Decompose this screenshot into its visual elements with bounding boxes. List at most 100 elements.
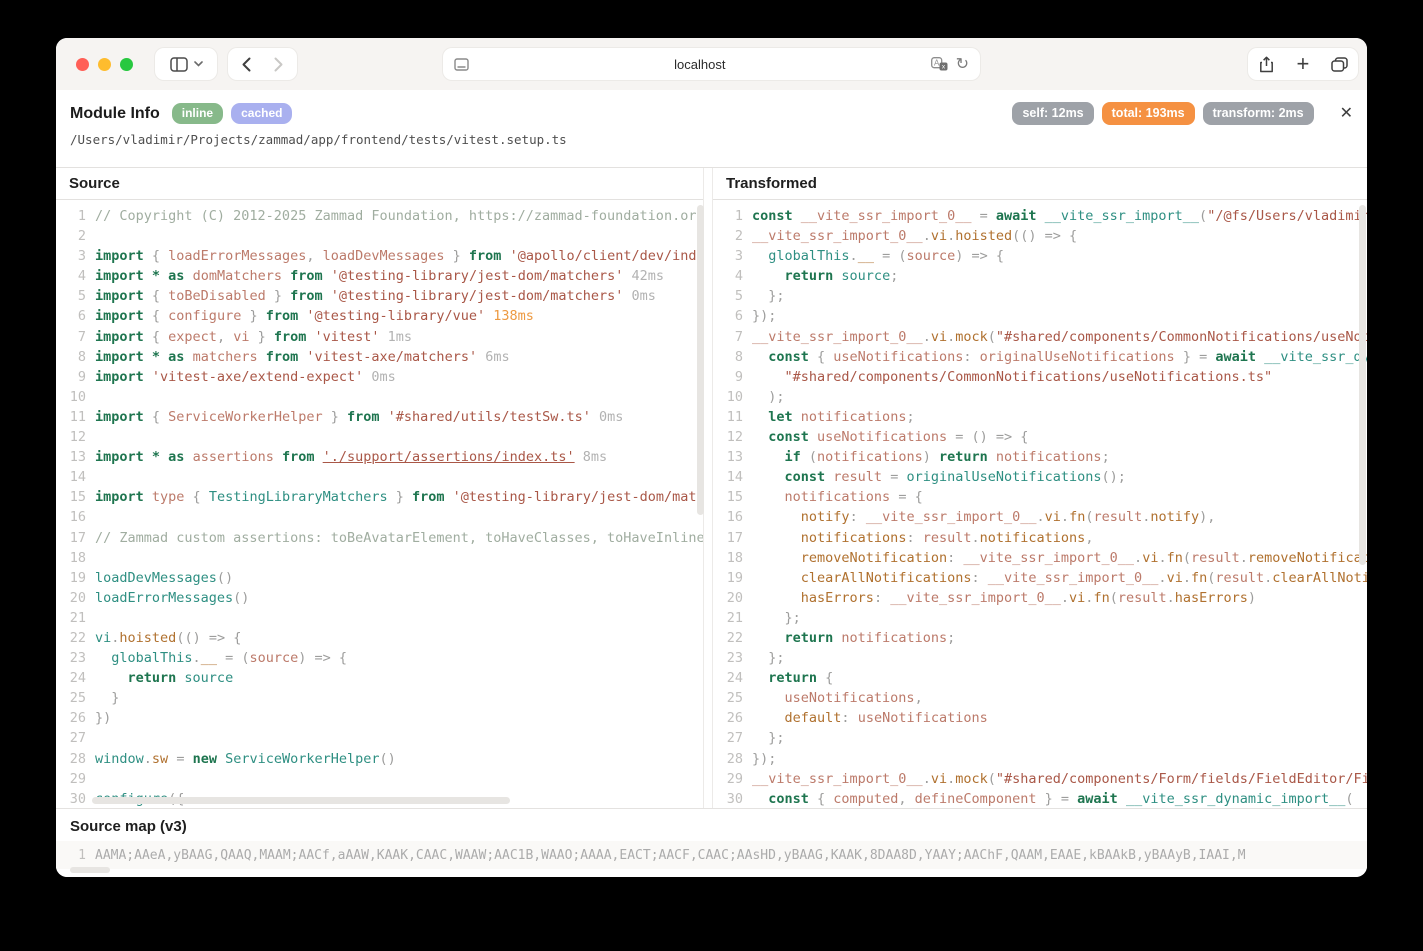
code-line: 10 );: [713, 387, 1367, 407]
code-line: 23 };: [713, 648, 1367, 668]
sourcemap-mappings: AAMA;AAeA,yBAAG,QAAQ,MAAM;AACf,aAAW,KAAK…: [95, 848, 1246, 863]
line-number: 5: [56, 286, 95, 306]
line-number: 19: [56, 568, 95, 588]
sourcemap-line-number: 1: [56, 848, 95, 863]
address-bar[interactable]: localhost Ax ↻: [443, 48, 980, 80]
reload-icon[interactable]: ↻: [956, 54, 969, 74]
line-number: 24: [713, 668, 752, 688]
source-panel-title: Source: [56, 168, 703, 200]
line-number: 16: [713, 507, 752, 527]
line-number: 28: [56, 749, 95, 769]
code-line: 12: [56, 427, 703, 447]
tab-overview-icon[interactable]: [1325, 48, 1355, 80]
close-window-button[interactable]: [76, 58, 89, 71]
line-number: 2: [56, 226, 95, 246]
line-number: 1: [56, 206, 95, 226]
line-number: 27: [713, 728, 752, 748]
sourcemap-section: Source map (v3) 1 AAMA;AAeA,yBAAG,QAAQ,M…: [56, 808, 1367, 877]
code-line: 9import 'vitest-axe/extend-expect' 0ms: [56, 367, 703, 387]
source-panel: Source 1// Copyright (C) 2012-2025 Zamma…: [56, 168, 704, 808]
forward-icon[interactable]: [263, 48, 295, 80]
code-line: 19loadDevMessages(): [56, 568, 703, 588]
module-link[interactable]: './support/assertions/index.ts': [323, 449, 575, 465]
page-settings-icon[interactable]: [454, 58, 469, 71]
line-number: 17: [56, 528, 95, 548]
code-line: 6import { configure } from '@testing-lib…: [56, 306, 703, 326]
code-line: 26}): [56, 708, 703, 728]
browser-toolbar: localhost Ax ↻ +: [56, 38, 1367, 91]
chevron-down-icon: [194, 61, 203, 67]
sourcemap-horizontal-scrollbar[interactable]: [70, 867, 110, 873]
badge-self: self: 12ms: [1012, 102, 1093, 125]
line-number: 22: [713, 628, 752, 648]
transformed-panel: Transformed 1const __vite_ssr_import_0__…: [712, 168, 1367, 808]
line-number: 12: [713, 427, 752, 447]
line-number: 17: [713, 528, 752, 548]
source-vertical-scrollbar[interactable]: [697, 205, 704, 515]
line-number: 20: [56, 588, 95, 608]
code-line: 21 };: [713, 608, 1367, 628]
code-line: 3import { loadErrorMessages, loadDevMess…: [56, 246, 703, 266]
code-line: 29__vite_ssr_import_0__.vi.mock("#shared…: [713, 769, 1367, 789]
code-line: 26 default: useNotifications: [713, 708, 1367, 728]
line-number: 19: [713, 568, 752, 588]
code-line: 11import { ServiceWorkerHelper } from '#…: [56, 407, 703, 427]
code-line: 13import * as assertions from './support…: [56, 447, 703, 467]
line-number: 20: [713, 588, 752, 608]
line-number: 13: [713, 447, 752, 467]
source-horizontal-scrollbar[interactable]: [92, 797, 510, 804]
line-number: 23: [56, 648, 95, 668]
line-number: 1: [713, 206, 752, 226]
code-line: 14 const result = originalUseNotificatio…: [713, 467, 1367, 487]
code-line: 9 "#shared/components/CommonNotification…: [713, 367, 1367, 387]
new-tab-icon[interactable]: +: [1288, 48, 1318, 80]
line-number: 22: [56, 628, 95, 648]
line-number: 26: [56, 708, 95, 728]
code-line: 20loadErrorMessages(): [56, 588, 703, 608]
code-line: 22 return notifications;: [713, 628, 1367, 648]
code-line: 25 useNotifications,: [713, 688, 1367, 708]
sidebar-toggle-button[interactable]: [155, 48, 217, 80]
line-number: 30: [56, 789, 95, 808]
line-number: 2: [713, 226, 752, 246]
translate-icon[interactable]: Ax: [931, 57, 948, 71]
line-number: 3: [56, 246, 95, 266]
module-badges: inlinecached: [172, 103, 301, 124]
code-line: 14: [56, 467, 703, 487]
code-line: 20 hasErrors: __vite_ssr_import_0__.vi.f…: [713, 588, 1367, 608]
line-number: 6: [56, 306, 95, 326]
code-line: 13 if (notifications) return notificatio…: [713, 447, 1367, 467]
line-number: 21: [713, 608, 752, 628]
code-line: 12 const useNotifications = () => {: [713, 427, 1367, 447]
line-number: 5: [713, 286, 752, 306]
code-line: 25 }: [56, 688, 703, 708]
line-number: 8: [713, 347, 752, 367]
share-icon[interactable]: [1251, 48, 1281, 80]
zoom-window-button[interactable]: [120, 58, 133, 71]
line-number: 14: [713, 467, 752, 487]
code-line: 7import { expect, vi } from 'vitest' 1ms: [56, 327, 703, 347]
code-line: 2: [56, 226, 703, 246]
minimize-window-button[interactable]: [98, 58, 111, 71]
code-line: 30 const { computed, defineComponent } =…: [713, 789, 1367, 808]
source-code[interactable]: 1// Copyright (C) 2012-2025 Zammad Found…: [56, 200, 703, 808]
line-number: 7: [56, 327, 95, 347]
line-number: 18: [56, 548, 95, 568]
code-line: 1// Copyright (C) 2012-2025 Zammad Found…: [56, 206, 703, 226]
page-title: Module Info: [70, 105, 160, 123]
code-line: 24 return source: [56, 668, 703, 688]
code-line: 19 clearAllNotifications: __vite_ssr_imp…: [713, 568, 1367, 588]
line-number: 16: [56, 507, 95, 527]
transformed-vertical-scrollbar[interactable]: [1359, 205, 1366, 565]
line-number: 27: [56, 728, 95, 748]
line-number: 9: [56, 367, 95, 387]
line-number: 29: [713, 769, 752, 789]
line-number: 29: [56, 769, 95, 789]
transformed-code[interactable]: 1const __vite_ssr_import_0__ = await __v…: [713, 200, 1367, 808]
close-icon[interactable]: ✕: [1340, 106, 1353, 122]
code-line: 6});: [713, 306, 1367, 326]
back-icon[interactable]: [231, 48, 263, 80]
code-line: 7__vite_ssr_import_0__.vi.mock("#shared/…: [713, 327, 1367, 347]
line-number: 15: [56, 487, 95, 507]
code-line: 28});: [713, 749, 1367, 769]
